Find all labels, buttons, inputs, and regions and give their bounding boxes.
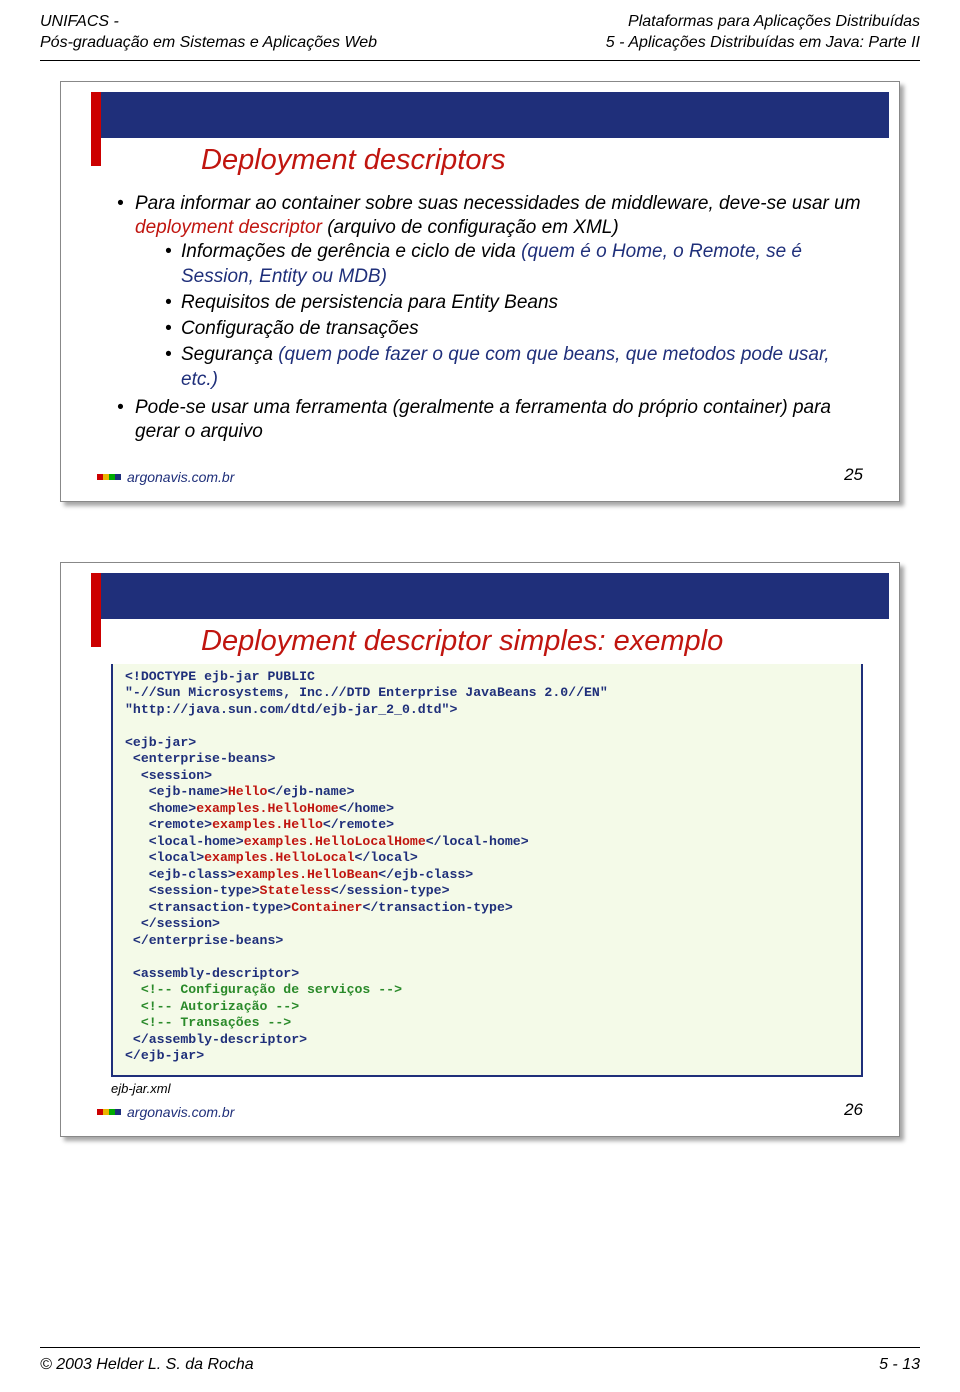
slide-1: Deployment descriptors Para informar ao … [60,81,900,502]
header-left-line2: Pós-graduação em Sistemas e Aplicações W… [40,33,377,54]
slide1-sub-4: Segurança (quem pode fazer o que com que… [165,343,863,392]
code-caption: ejb-jar.xml [111,1081,899,1096]
text: (arquivo de configuração em XML) [322,217,619,238]
brand-text: argonavis.com.br [127,469,234,485]
slide1-bullet-2: Pode-se usar uma ferramenta (geralmente … [117,396,863,445]
slide-2: Deployment descriptor simples: exemplo <… [60,562,900,1137]
code-block: <!DOCTYPE ejb-jar PUBLIC "-//Sun Microsy… [111,657,863,1077]
slide1-title: Deployment descriptors [101,138,889,183]
text-highlight: deployment descriptor [135,217,322,238]
slide1-sub-3: Configuração de transações [165,317,863,341]
brand-footer: argonavis.com.br [97,1104,234,1120]
header-left-line1: UNIFACS - [40,12,377,33]
slide1-sub-2: Requisitos de persistencia para Entity B… [165,291,863,315]
brand-text: argonavis.com.br [127,1104,234,1120]
slide1-bullet-1: Para informar ao container sobre suas ne… [117,192,863,393]
page-number: 5 - 13 [879,1356,920,1374]
text: Segurança [181,344,278,365]
page-header: UNIFACS - Pós-graduação em Sistemas e Ap… [0,0,960,60]
header-right-line2: 5 - Aplicações Distribuídas em Java: Par… [606,33,920,54]
flag-icon [97,1109,121,1115]
slide2-title: Deployment descriptor simples: exemplo [101,619,889,664]
copyright: © 2003 Helder L. S. da Rocha [40,1356,254,1374]
text: Informações de gerência e ciclo de vida [181,241,521,262]
text: Para informar ao container sobre suas ne… [135,193,861,214]
slide2-pagenum: 26 [844,1100,863,1120]
flag-icon [97,474,121,480]
header-right-line1: Plataformas para Aplicações Distribuídas [606,12,920,33]
brand-footer: argonavis.com.br [97,469,234,485]
page-footer: © 2003 Helder L. S. da Rocha 5 - 13 [40,1347,920,1374]
slide1-pagenum: 25 [844,465,863,485]
slide1-sub-1: Informações de gerência e ciclo de vida … [165,240,863,289]
text-emph: (quem pode fazer o que com que beans, qu… [181,344,830,389]
